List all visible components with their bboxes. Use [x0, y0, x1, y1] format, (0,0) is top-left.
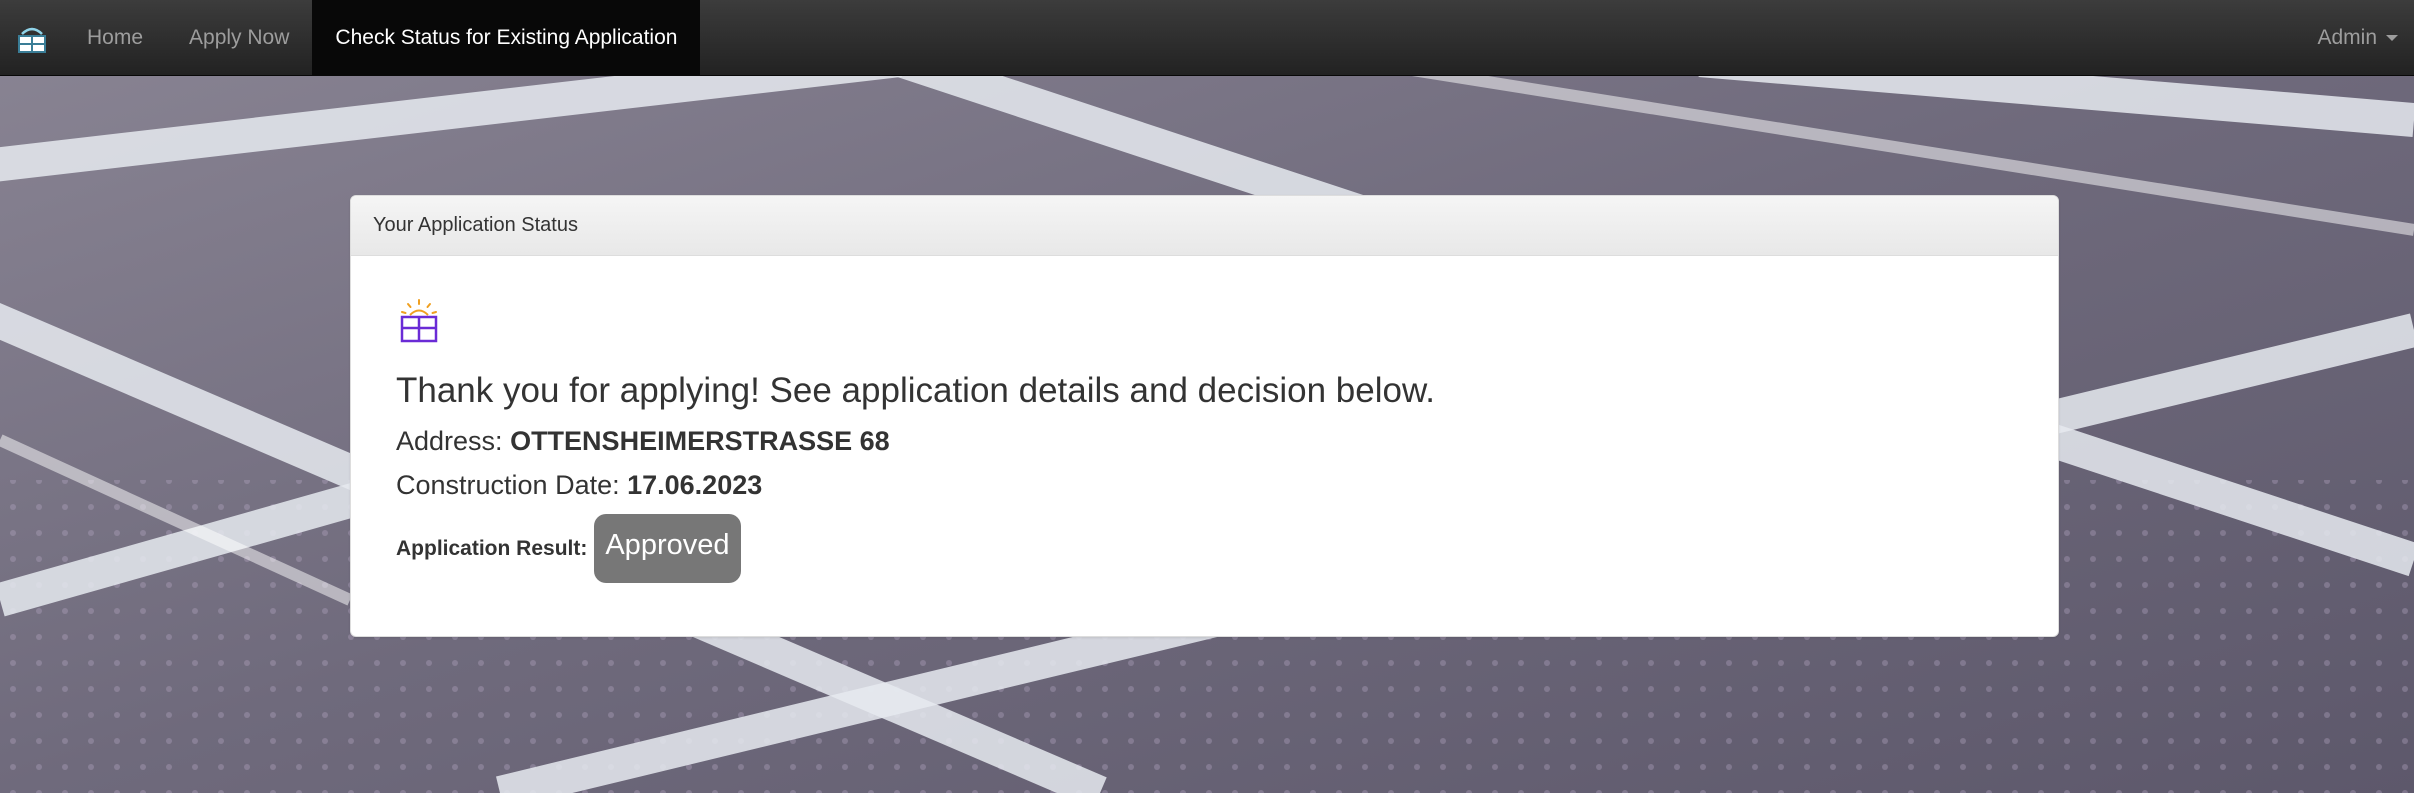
nav-check-status[interactable]: Check Status for Existing Application [312, 0, 701, 75]
application-result-label: Application Result: [396, 536, 588, 560]
address-value: OTTENSHEIMERSTRASSE 68 [510, 426, 890, 456]
solar-panel-sun-icon [400, 299, 438, 343]
nav-home[interactable]: Home [64, 0, 166, 75]
construction-date-label: Construction Date: [396, 470, 628, 500]
brand-logo[interactable] [0, 0, 64, 75]
status-badge: Approved [594, 514, 741, 583]
solar-panel-icon [18, 27, 46, 53]
top-navbar: Home Apply Now Check Status for Existing… [0, 0, 2414, 76]
nav-apply-now[interactable]: Apply Now [166, 0, 312, 75]
admin-label: Admin [2317, 25, 2377, 49]
application-status-panel: Your Application Status Thank you for ap… [350, 195, 2059, 637]
panel-heading: Your Application Status [351, 196, 2058, 256]
thank-you-headline: Thank you for applying! See application … [396, 371, 1436, 410]
chevron-down-icon [2386, 34, 2398, 41]
address-line: Address: OTTENSHEIMERSTRASSE 68 [396, 424, 2013, 458]
construction-date-line: Construction Date: 17.06.2023 [396, 468, 2013, 502]
application-result-row: Application Result: Approved [396, 514, 2013, 583]
panel-body: Thank you for applying! See application … [351, 256, 2058, 583]
admin-dropdown[interactable]: Admin [2294, 0, 2414, 75]
construction-date-value: 17.06.2023 [627, 470, 763, 500]
address-label: Address: [396, 426, 511, 456]
